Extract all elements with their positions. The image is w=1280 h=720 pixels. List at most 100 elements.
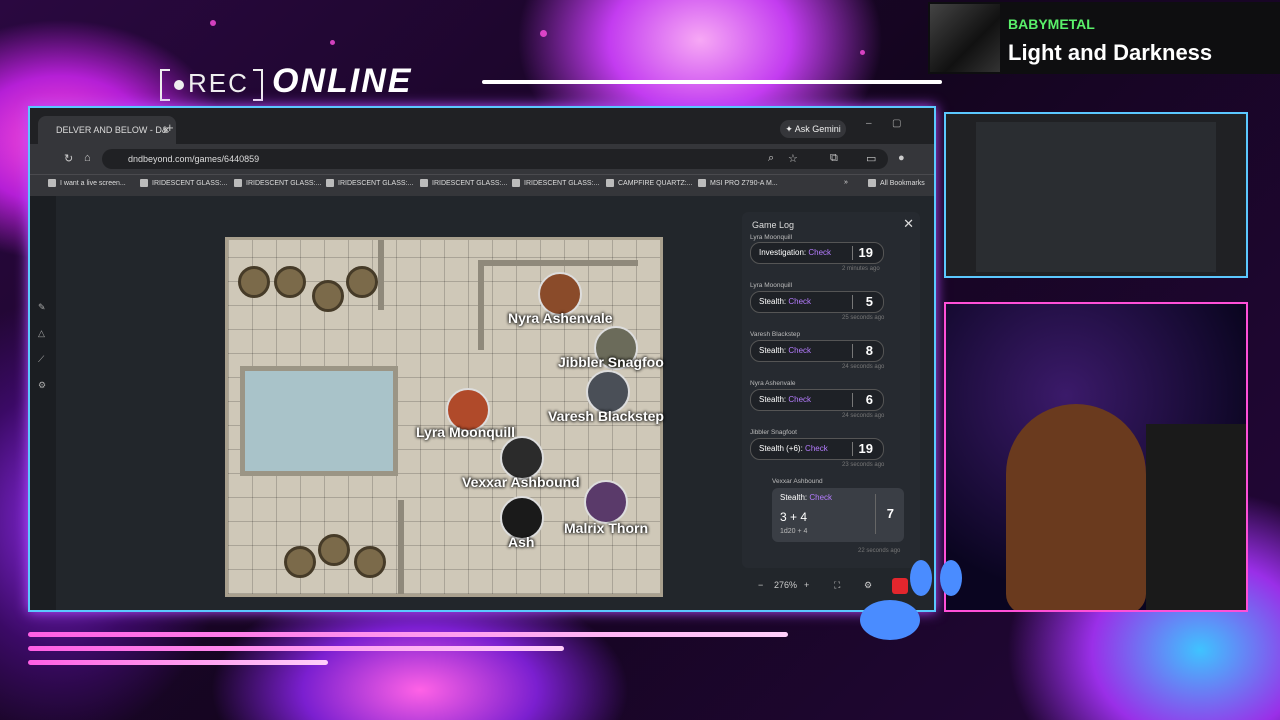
sparkle — [210, 20, 216, 26]
battle-map[interactable]: Nyra Ashenvale Jibbler Snagfoo Varesh Bl… — [228, 240, 664, 594]
minimize-icon[interactable]: – — [866, 118, 872, 129]
url-text: dndbeyond.com/games/6440859 — [128, 154, 260, 164]
dndbeyond-game-page: ✎ △ ⟋ ⚙ Nyra Ashenvale Jibbler Snagfoo V… — [30, 196, 934, 610]
bookmark-item[interactable]: IRIDESCENT GLASS:... — [140, 179, 227, 187]
map-barrel — [354, 546, 386, 578]
bookmark-item[interactable]: IRIDESCENT GLASS:... — [326, 179, 413, 187]
reload-icon[interactable]: ↻ — [64, 152, 73, 165]
roll-timestamp: 24 seconds ago — [842, 364, 885, 370]
bookmark-item[interactable]: CAMPFIRE QUARTZ:... — [606, 179, 693, 187]
token-label: Vexxar Ashbound — [462, 474, 580, 490]
tab-title: DELVER AND BELOW - D& — [56, 125, 168, 135]
bookmark-item[interactable]: MSI PRO Z790-A M... — [698, 179, 778, 187]
address-bar: ↻ ⌂ dndbeyond.com/games/6440859 ⌕ ☆ ⧉ ▭ … — [30, 144, 934, 174]
webcam-person — [1006, 404, 1146, 610]
webcam-chair — [1146, 424, 1246, 610]
map-wall — [398, 500, 404, 594]
browser-tab[interactable]: DELVER AND BELOW - D& ✕ — [38, 116, 176, 144]
settings-tool-icon[interactable]: ⚙ — [38, 380, 48, 390]
paw-decoration — [940, 560, 962, 596]
game-log-panel: Game Log ✕ Lyra Moonquill Investigation:… — [742, 212, 920, 568]
shapes-tool-icon[interactable]: △ — [38, 328, 48, 338]
tool-sidebar: ✎ △ ⟋ ⚙ — [30, 196, 56, 610]
decorative-bar — [28, 632, 788, 637]
sidebar-toggle-icon[interactable]: ▭ — [866, 152, 876, 165]
dice-result: 3 + 4 — [780, 510, 808, 524]
sparkle — [330, 40, 335, 45]
token-malrix-thorn[interactable] — [584, 480, 628, 524]
roll-character: Nyra Ashenvale — [750, 380, 796, 387]
dice-tray-button[interactable] — [892, 578, 908, 594]
all-bookmarks[interactable]: All Bookmarks — [868, 179, 925, 187]
latest-roll-card[interactable]: Stealth: Check 3 + 4 1d20 + 4 7 — [772, 488, 904, 542]
roll-entry[interactable]: Stealth: Check 5 — [750, 291, 884, 313]
bookmark-item[interactable]: I want a live screen... — [48, 179, 126, 187]
game-log-title: Game Log — [752, 220, 795, 230]
map-barrel — [318, 534, 350, 566]
sparkle — [540, 30, 547, 37]
fullscreen-icon[interactable]: ⛶ — [834, 580, 840, 591]
paw-decoration — [860, 600, 920, 640]
rec-indicator: REC — [160, 68, 263, 102]
new-tab-icon[interactable]: + — [166, 120, 174, 135]
draw-tool-icon[interactable]: ✎ — [38, 302, 48, 312]
online-label: ONLINE — [272, 62, 413, 100]
bookmark-star-icon[interactable]: ☆ — [788, 152, 798, 165]
extensions-icon[interactable]: ⧉ — [830, 152, 838, 165]
map-barrel — [284, 546, 316, 578]
ask-gemini-label: Ask Gemini — [794, 124, 841, 134]
maximize-icon[interactable]: ▢ — [892, 118, 901, 129]
settings-icon[interactable]: ⚙ — [864, 580, 872, 591]
zoom-controls: − 276% + ⛶ ⚙ — [742, 574, 920, 598]
roll-entry[interactable]: Stealth: Check 8 — [750, 340, 884, 362]
rec-label: REC — [188, 68, 249, 98]
bookmark-item[interactable]: IRIDESCENT GLASS:... — [234, 179, 321, 187]
roll-character: Varesh Blackstep — [750, 331, 801, 338]
token-label: Lyra Moonquill — [416, 424, 516, 440]
bookmark-item[interactable]: IRIDESCENT GLASS:... — [512, 179, 599, 187]
roll-character: Lyra Moonquill — [750, 234, 793, 241]
close-icon[interactable]: ✕ — [903, 216, 914, 232]
tab-bar: DELVER AND BELOW - D& ✕ + ✦ Ask Gemini –… — [30, 108, 934, 144]
decorative-bar — [28, 660, 328, 665]
now-playing-widget: BABYMETAL Light and Darkness — [928, 2, 1280, 74]
browser-capture: DELVER AND BELOW - D& ✕ + ✦ Ask Gemini –… — [28, 106, 936, 612]
artist-name: BABYMETAL — [1008, 16, 1095, 32]
zoom-icon[interactable]: ⌕ — [768, 152, 774, 165]
decorative-line — [482, 80, 942, 84]
paw-decoration — [910, 560, 932, 596]
bookmark-item[interactable]: IRIDESCENT GLASS:... — [420, 179, 507, 187]
roll-entry[interactable]: Stealth: Check 6 — [750, 389, 884, 411]
token-label: Jibbler Snagfoo — [558, 354, 664, 370]
roll-timestamp: 25 seconds ago — [842, 315, 885, 321]
map-barrel — [312, 280, 344, 312]
decorative-bar — [28, 646, 564, 651]
measure-tool-icon[interactable]: ⟋ — [38, 354, 48, 364]
roll-entry[interactable]: Stealth (+6): Check 19 — [750, 438, 884, 460]
song-title: Light and Darkness — [1008, 40, 1213, 65]
zoom-in-button[interactable]: + — [804, 580, 809, 590]
roll-character: Jibbler Snagfoot — [750, 429, 797, 436]
home-icon[interactable]: ⌂ — [84, 152, 91, 164]
map-wall — [478, 260, 638, 266]
token-label: Ash — [508, 534, 535, 550]
roll-timestamp: 23 seconds ago — [842, 462, 885, 468]
ask-gemini-button[interactable]: ✦ Ask Gemini — [780, 120, 846, 138]
map-wall — [478, 260, 484, 350]
zoom-level: 276% — [774, 580, 798, 590]
profile-icon[interactable]: ● — [898, 152, 905, 164]
token-label: Nyra Ashenvale — [508, 310, 613, 326]
roll-timestamp: 24 seconds ago — [842, 413, 885, 419]
bookmarks-more-icon[interactable]: » — [844, 179, 848, 186]
map-wall — [378, 240, 384, 310]
roll-timestamp: 2 minutes ago — [842, 266, 880, 272]
preview-screen — [976, 122, 1216, 272]
zoom-out-button[interactable]: − — [758, 580, 763, 590]
dice-formula: 1d20 + 4 — [780, 528, 808, 535]
rec-dot-icon — [174, 80, 184, 91]
map-barrel — [238, 266, 270, 298]
roll-entry[interactable]: Investigation: Check 19 — [750, 242, 884, 264]
map-pool — [240, 366, 398, 476]
webcam-feed — [944, 302, 1248, 612]
roll-total: 7 — [886, 506, 894, 521]
